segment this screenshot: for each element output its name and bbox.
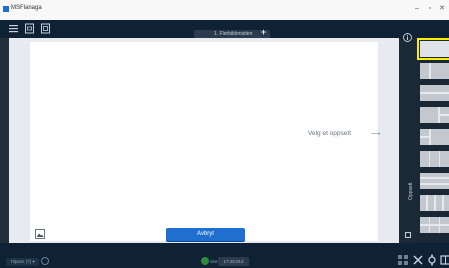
layout-option-stacked-rows[interactable] [420, 173, 449, 189]
layout-cell [430, 151, 439, 167]
layout-option-four-columns[interactable] [420, 195, 449, 211]
layout-cell [420, 85, 449, 92]
layout-option-two-rows[interactable] [420, 85, 449, 101]
maximize-button[interactable]: ▫ [425, 4, 435, 14]
layout-cell [436, 195, 442, 211]
app-title: MSFlanaga [11, 5, 42, 11]
layout-option-main-plus-right-column[interactable] [420, 107, 449, 123]
zoom-reset-icon[interactable] [41, 257, 49, 265]
status-value: 17:25:013 [218, 257, 249, 266]
layout-cell [420, 173, 449, 177]
layout-cell [420, 138, 429, 145]
layout-cell [420, 195, 426, 211]
layout-option-three-columns[interactable] [420, 151, 449, 167]
layout-cell [430, 226, 439, 233]
layout-option-single[interactable] [417, 38, 449, 60]
info-icon[interactable] [402, 30, 413, 42]
document-icon[interactable] [24, 23, 35, 34]
settings-icon[interactable] [426, 254, 438, 266]
side-tab-strip [399, 38, 417, 243]
grid-icon[interactable] [397, 254, 409, 266]
layout-option-grid[interactable] [420, 217, 449, 233]
layout-icon[interactable] [440, 254, 449, 266]
add-page-button[interactable]: + [259, 28, 268, 37]
layout-cell [431, 63, 449, 79]
layout-cell [440, 217, 449, 224]
layout-cell [420, 107, 438, 123]
layout-cell [420, 151, 429, 167]
layout-cell [440, 151, 449, 167]
minimize-button[interactable]: – [412, 4, 422, 14]
close-button[interactable]: ✕ [437, 4, 447, 14]
cancel-button[interactable]: Avbryt [166, 228, 245, 241]
document-copy-icon[interactable] [40, 23, 51, 34]
layout-cell [430, 217, 439, 224]
layout-tab-icon[interactable] [405, 232, 411, 238]
layout-cell [420, 226, 429, 233]
background-image-button[interactable] [35, 229, 45, 239]
layout-cell [420, 217, 429, 224]
layout-option-two-columns-narrow[interactable] [420, 63, 449, 79]
app-logo-icon [3, 6, 9, 12]
layout-cell [440, 107, 449, 114]
layout-cell [444, 195, 449, 211]
layout-cell [420, 179, 449, 183]
layout-cell [420, 129, 429, 136]
layout-cell [440, 116, 449, 123]
menu-icon[interactable] [8, 23, 19, 34]
tab-page-1-label: 1. Flerbildersiden [214, 31, 253, 37]
layout-option-left-main-plus-column[interactable] [420, 129, 449, 145]
title-bar [0, 0, 449, 20]
arrow-right-icon: ⟶ [371, 131, 381, 138]
zoom-dropdown[interactable]: Tilpass (7) ▾ [6, 258, 39, 266]
choose-layout-hint: Velg et oppsett [308, 130, 352, 137]
tools-icon[interactable] [412, 254, 424, 266]
status-label: Sist [210, 259, 218, 264]
layout-cell [431, 129, 449, 145]
layout-cell [428, 195, 434, 211]
page-canvas[interactable] [30, 42, 378, 241]
layout-cell [420, 63, 429, 79]
layout-cell [420, 185, 449, 189]
layout-tab-label[interactable]: Oppsett [408, 182, 414, 200]
layout-cell [420, 94, 449, 101]
sync-status-icon [201, 257, 209, 265]
layout-cell [440, 226, 449, 233]
image-icon [36, 233, 44, 237]
